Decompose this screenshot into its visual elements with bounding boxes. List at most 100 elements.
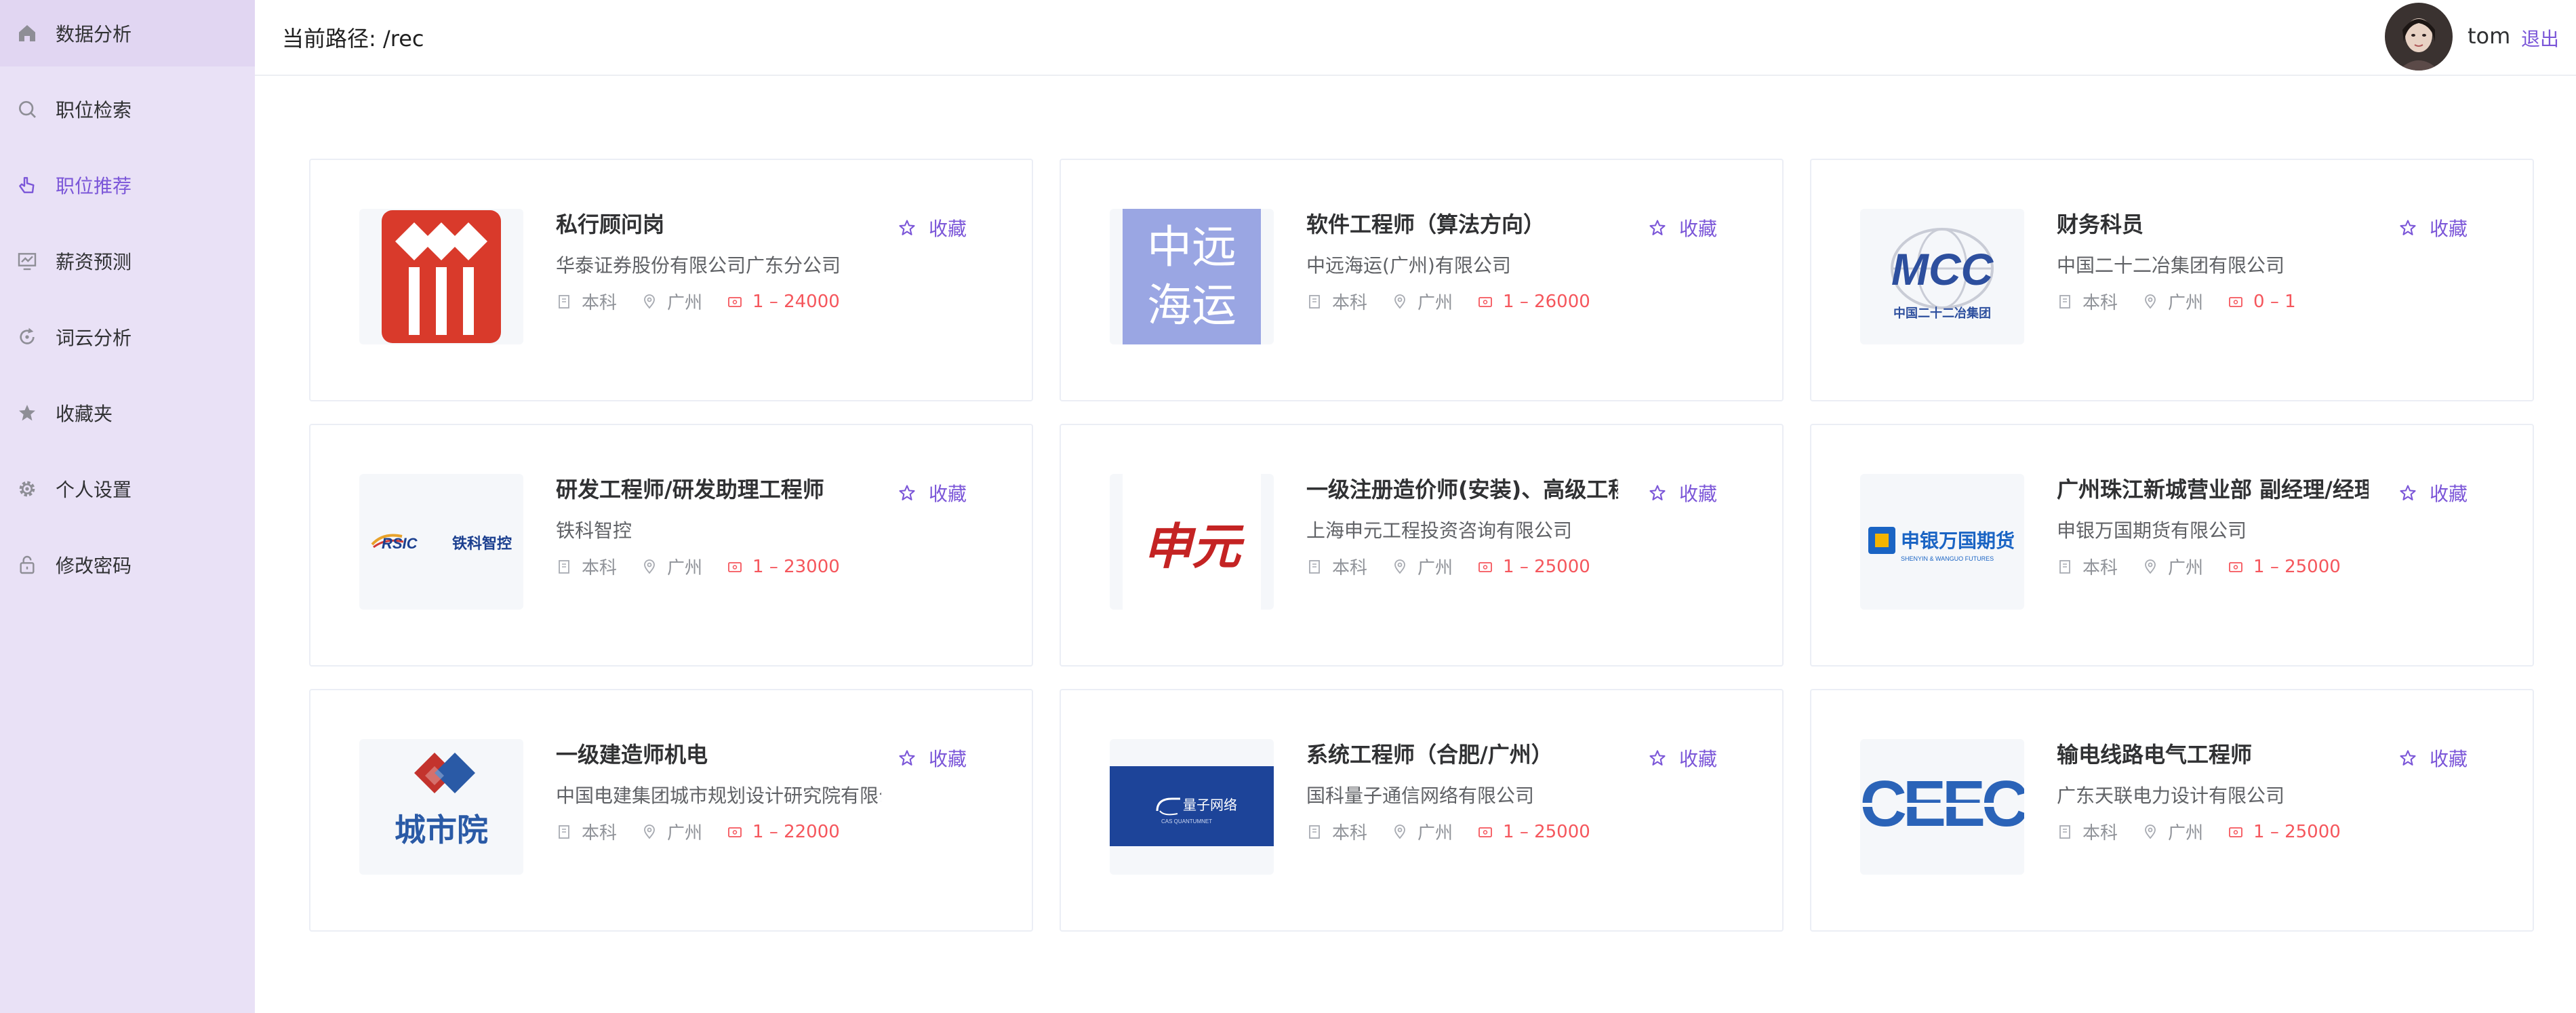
sidebar-item-data-analysis[interactable]: 数据分析 xyxy=(0,0,255,66)
job-title[interactable]: 私行顾问岗 xyxy=(556,207,868,239)
job-card[interactable]: 中远 海运 软件工程师（算法方向） 中远海运(广州)有限公司 本科 广州 1 –… xyxy=(1060,159,1784,401)
job-card[interactable]: 城市院 一级建造师机电 中国电建集团城市规划设计研究院有限公司 本科 广州 1 … xyxy=(309,689,1033,932)
money-icon xyxy=(1478,827,1492,837)
location-icon xyxy=(644,824,655,839)
star-outline-icon xyxy=(899,220,915,235)
money-icon xyxy=(2229,296,2242,307)
company-logo: 量子网络 CAS QUANTUMNET xyxy=(1110,739,1274,875)
location-icon xyxy=(1394,294,1405,309)
salary: 1 – 25000 xyxy=(2253,821,2341,842)
refresh-icon xyxy=(15,325,39,349)
sidebar-item-salary-predict[interactable]: 薪资预测 xyxy=(0,228,255,294)
favorite-button[interactable]: 收藏 xyxy=(1648,479,1717,506)
company-logo: 申元 xyxy=(1110,474,1274,610)
salary: 1 – 24000 xyxy=(752,291,840,312)
logo-text: MCC xyxy=(1891,244,1994,294)
money-icon xyxy=(1478,561,1492,572)
favorite-label: 收藏 xyxy=(929,748,967,770)
job-title[interactable]: 输电线路电气工程师 xyxy=(2057,738,2369,769)
favorite-label: 收藏 xyxy=(1679,483,1718,505)
sidebar-item-label: 个人设置 xyxy=(56,479,132,501)
company-logo: CEEC xyxy=(1860,739,2024,875)
pointer-icon xyxy=(15,173,39,197)
city: 广州 xyxy=(667,293,703,313)
app-root: 数据分析 职位检索 职位推荐 薪资预测 词云分析 收藏夹 个人设置 修改密码 当… xyxy=(0,0,2576,1013)
favorite-button[interactable]: 收藏 xyxy=(898,479,967,506)
job-card[interactable]: 申银万国期货 SHENYIN & WANGUO FUTURES 广州珠江新城营业… xyxy=(1810,424,2534,667)
job-card[interactable]: CEEC 输电线路电气工程师 广东天联电力设计有限公司 本科 广州 1 – 25… xyxy=(1810,689,2534,932)
money-icon xyxy=(1478,296,1492,307)
company-name: 广东天联电力设计有限公司 xyxy=(2057,784,2285,807)
favorite-button[interactable]: 收藏 xyxy=(898,214,967,241)
favorite-button[interactable]: 收藏 xyxy=(1648,214,1717,241)
salary: 0 – 1 xyxy=(2253,291,2296,312)
logo-text: 海运 xyxy=(1147,279,1236,332)
education: 本科 xyxy=(2082,558,2118,578)
education: 本科 xyxy=(2082,823,2118,843)
company-logo: 中远 海运 xyxy=(1110,209,1274,344)
sidebar-item-job-search[interactable]: 职位检索 xyxy=(0,76,255,142)
salary: 1 – 26000 xyxy=(1503,291,1590,312)
location-icon xyxy=(2145,294,2156,309)
favorite-button[interactable]: 收藏 xyxy=(898,744,967,772)
favorite-button[interactable]: 收藏 xyxy=(2398,214,2468,241)
sidebar-item-label: 修改密码 xyxy=(56,555,132,577)
sidebar-item-settings[interactable]: 个人设置 xyxy=(0,456,255,522)
job-title[interactable]: 一级注册造价师(安装)、高级工程师 xyxy=(1306,473,1618,504)
favorite-button[interactable]: 收藏 xyxy=(1648,744,1717,772)
sidebar-item-label: 数据分析 xyxy=(56,23,132,45)
job-card[interactable]: MCC 中国二十二冶集团 财务科员 中国二十二冶集团有限公司 本科 广州 0 –… xyxy=(1810,159,2534,401)
favorite-label: 收藏 xyxy=(2430,483,2468,505)
avatar[interactable] xyxy=(2385,3,2453,71)
job-card[interactable]: 私行顾问岗 华泰证券股份有限公司广东分公司 本科 广州 1 – 24000 收藏 xyxy=(309,159,1033,401)
job-meta: 本科 广州 1 – 25000 xyxy=(2057,554,2365,579)
building-icon xyxy=(1309,825,1320,839)
logo-text: 城市院 xyxy=(395,812,488,848)
star-outline-icon xyxy=(1649,220,1666,235)
location-icon xyxy=(644,294,655,309)
education: 本科 xyxy=(1332,823,1368,843)
company-name: 中国二十二冶集团有限公司 xyxy=(2057,254,2285,277)
sidebar-item-change-password[interactable]: 修改密码 xyxy=(0,532,255,598)
star-outline-icon xyxy=(899,750,915,766)
top-header: 当前路径: /rec tom 退出 xyxy=(255,0,2576,76)
company-name: 华泰证券股份有限公司广东分公司 xyxy=(556,254,841,277)
job-meta: 本科 广州 1 – 25000 xyxy=(1306,554,1615,579)
job-title[interactable]: 软件工程师（算法方向） xyxy=(1306,207,1618,239)
education: 本科 xyxy=(1332,293,1368,313)
username: tom xyxy=(2468,23,2511,49)
logo-text: 量子网络 xyxy=(1183,797,1237,813)
favorite-button[interactable]: 收藏 xyxy=(2398,479,2468,506)
search-icon xyxy=(15,97,39,121)
job-card[interactable]: RSIC 铁科智控 研发工程师/研发助理工程师 铁科智控 本科 广州 1 – 2… xyxy=(309,424,1033,667)
city: 广州 xyxy=(1417,293,1453,313)
company-name: 国科量子通信网络有限公司 xyxy=(1306,784,1535,807)
salary: 1 – 25000 xyxy=(2253,556,2341,577)
job-title[interactable]: 广州珠江新城营业部 副经理/经理助理 xyxy=(2057,473,2369,504)
favorite-label: 收藏 xyxy=(929,218,967,240)
favorite-label: 收藏 xyxy=(929,483,967,505)
star-outline-icon xyxy=(1649,750,1666,766)
logout-link[interactable]: 退出 xyxy=(2521,24,2559,52)
building-icon xyxy=(2059,559,2070,574)
city: 广州 xyxy=(667,558,703,578)
location-icon xyxy=(2145,824,2156,839)
star-outline-icon xyxy=(2400,750,2416,766)
building-icon xyxy=(559,294,569,309)
job-title[interactable]: 研发工程师/研发助理工程师 xyxy=(556,473,868,504)
job-title[interactable]: 系统工程师（合肥/广州） xyxy=(1306,738,1618,769)
building-icon xyxy=(2059,294,2070,309)
sidebar-item-job-recommend[interactable]: 职位推荐 xyxy=(0,152,255,218)
job-title[interactable]: 一级建造师机电 xyxy=(556,738,868,769)
sidebar-item-favorites[interactable]: 收藏夹 xyxy=(0,380,255,446)
job-meta: 本科 广州 1 – 25000 xyxy=(2057,819,2365,844)
sidebar-item-word-cloud[interactable]: 词云分析 xyxy=(0,304,255,370)
location-icon xyxy=(644,559,655,574)
money-icon xyxy=(728,296,742,307)
favorite-button[interactable]: 收藏 xyxy=(2398,744,2468,772)
job-card[interactable]: 申元 一级注册造价师(安装)、高级工程师 上海申元工程投资咨询有限公司 本科 广… xyxy=(1060,424,1784,667)
job-card[interactable]: 量子网络 CAS QUANTUMNET 系统工程师（合肥/广州） 国科量子通信网… xyxy=(1060,689,1784,932)
logo-text: 中国二十二冶集团 xyxy=(1893,306,1991,321)
job-title[interactable]: 财务科员 xyxy=(2057,207,2369,239)
city: 广州 xyxy=(2168,558,2204,578)
